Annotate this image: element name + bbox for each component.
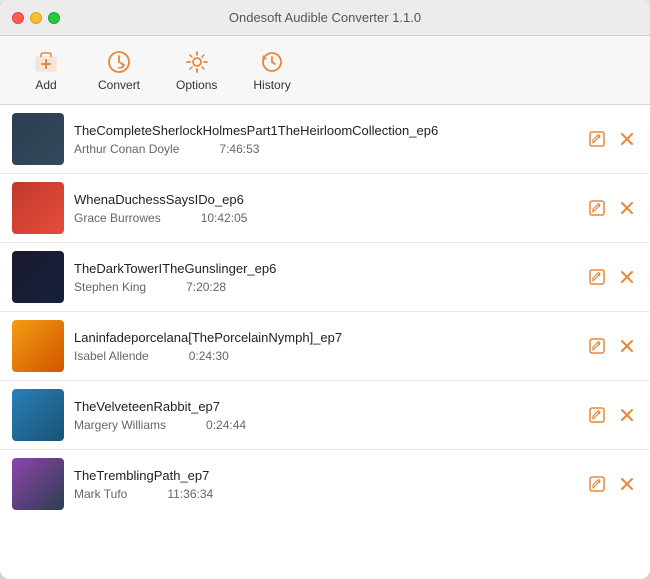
delete-button[interactable] xyxy=(616,335,638,357)
item-duration: 7:46:53 xyxy=(219,142,259,156)
edit-button[interactable] xyxy=(586,197,608,219)
item-author: Stephen King xyxy=(74,280,146,294)
item-actions xyxy=(586,404,638,426)
item-author: Grace Burrowes xyxy=(74,211,161,225)
item-info: WhenaDuchessSaysIDo_ep6 Grace Burrowes 1… xyxy=(74,192,576,225)
item-meta: Stephen King 7:20:28 xyxy=(74,280,576,294)
delete-button[interactable] xyxy=(616,266,638,288)
item-duration: 0:24:30 xyxy=(189,349,229,363)
list-item: TheVelveteenRabbit_ep7 Margery Williams … xyxy=(0,381,650,450)
item-duration: 0:24:44 xyxy=(206,418,246,432)
title-bar: Ondesoft Audible Converter 1.1.0 xyxy=(0,0,650,36)
album-art xyxy=(12,458,64,510)
options-label: Options xyxy=(176,78,217,92)
item-title: TheTremblingPath_ep7 xyxy=(74,468,576,483)
close-button[interactable] xyxy=(12,12,24,24)
album-art xyxy=(12,320,64,372)
history-icon xyxy=(258,48,286,76)
traffic-lights xyxy=(12,12,60,24)
item-actions xyxy=(586,473,638,495)
item-title: TheCompleteSherlockHolmesPart1TheHeirloo… xyxy=(74,123,576,138)
list-item: TheCompleteSherlockHolmesPart1TheHeirloo… xyxy=(0,105,650,174)
item-duration: 7:20:28 xyxy=(186,280,226,294)
item-author: Isabel Allende xyxy=(74,349,149,363)
delete-button[interactable] xyxy=(616,197,638,219)
item-actions xyxy=(586,335,638,357)
delete-button[interactable] xyxy=(616,473,638,495)
item-info: TheVelveteenRabbit_ep7 Margery Williams … xyxy=(74,399,576,432)
item-actions xyxy=(586,266,638,288)
list-item: TheTremblingPath_ep7 Mark Tufo 11:36:34 xyxy=(0,450,650,518)
options-button[interactable]: Options xyxy=(162,42,231,98)
item-meta: Margery Williams 0:24:44 xyxy=(74,418,576,432)
album-art xyxy=(12,389,64,441)
edit-button[interactable] xyxy=(586,335,608,357)
item-duration: 11:36:34 xyxy=(167,487,213,501)
album-art xyxy=(12,251,64,303)
options-icon xyxy=(183,48,211,76)
list-item: WhenaDuchessSaysIDo_ep6 Grace Burrowes 1… xyxy=(0,174,650,243)
toolbar: Add Convert Options xyxy=(0,36,650,105)
delete-button[interactable] xyxy=(616,128,638,150)
list-item: Laninfadeporcelana[ThePorcelainNymph]_ep… xyxy=(0,312,650,381)
album-art xyxy=(12,113,64,165)
add-button[interactable]: Add xyxy=(16,42,76,98)
convert-button[interactable]: Convert xyxy=(84,42,154,98)
item-author: Mark Tufo xyxy=(74,487,127,501)
add-label: Add xyxy=(35,78,56,92)
item-duration: 10:42:05 xyxy=(201,211,248,225)
list-item: TheDarkTowerITheGunslinger_ep6 Stephen K… xyxy=(0,243,650,312)
item-title: TheDarkTowerITheGunslinger_ep6 xyxy=(74,261,576,276)
convert-icon xyxy=(105,48,133,76)
item-title: TheVelveteenRabbit_ep7 xyxy=(74,399,576,414)
edit-button[interactable] xyxy=(586,128,608,150)
item-meta: Grace Burrowes 10:42:05 xyxy=(74,211,576,225)
item-author: Margery Williams xyxy=(74,418,166,432)
item-title: WhenaDuchessSaysIDo_ep6 xyxy=(74,192,576,207)
album-art xyxy=(12,182,64,234)
item-actions xyxy=(586,197,638,219)
item-info: Laninfadeporcelana[ThePorcelainNymph]_ep… xyxy=(74,330,576,363)
edit-button[interactable] xyxy=(586,266,608,288)
item-author: Arthur Conan Doyle xyxy=(74,142,179,156)
history-button[interactable]: History xyxy=(239,42,304,98)
item-actions xyxy=(586,128,638,150)
item-meta: Arthur Conan Doyle 7:46:53 xyxy=(74,142,576,156)
edit-button[interactable] xyxy=(586,473,608,495)
edit-button[interactable] xyxy=(586,404,608,426)
item-meta: Isabel Allende 0:24:30 xyxy=(74,349,576,363)
item-meta: Mark Tufo 11:36:34 xyxy=(74,487,576,501)
item-info: TheDarkTowerITheGunslinger_ep6 Stephen K… xyxy=(74,261,576,294)
app-window: Ondesoft Audible Converter 1.1.0 Add xyxy=(0,0,650,579)
content-list: TheCompleteSherlockHolmesPart1TheHeirloo… xyxy=(0,105,650,579)
convert-label: Convert xyxy=(98,78,140,92)
item-info: TheTremblingPath_ep7 Mark Tufo 11:36:34 xyxy=(74,468,576,501)
item-info: TheCompleteSherlockHolmesPart1TheHeirloo… xyxy=(74,123,576,156)
delete-button[interactable] xyxy=(616,404,638,426)
maximize-button[interactable] xyxy=(48,12,60,24)
window-title: Ondesoft Audible Converter 1.1.0 xyxy=(229,10,421,25)
item-title: Laninfadeporcelana[ThePorcelainNymph]_ep… xyxy=(74,330,576,345)
add-icon xyxy=(32,48,60,76)
history-label: History xyxy=(253,78,290,92)
minimize-button[interactable] xyxy=(30,12,42,24)
